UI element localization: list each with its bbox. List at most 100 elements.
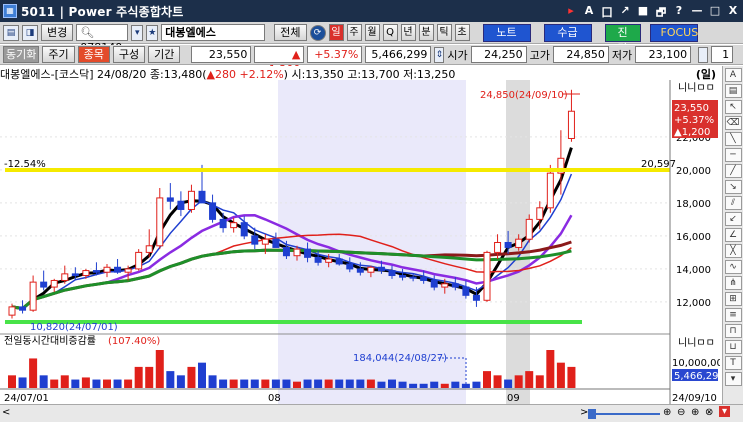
delete-tool-icon[interactable]: ⌫: [724, 116, 742, 130]
font-icon[interactable]: A: [583, 4, 595, 23]
angle-tool-icon[interactable]: ∠: [724, 228, 742, 242]
fibo-tool-icon[interactable]: ≡: [724, 308, 742, 322]
dropdown-icon[interactable]: ▾: [131, 24, 144, 41]
maximize-icon[interactable]: □: [709, 4, 721, 23]
minimize-icon[interactable]: —: [691, 4, 703, 23]
checkbox[interactable]: [698, 46, 709, 63]
tab-stock[interactable]: 종목: [77, 46, 110, 63]
volume-bar: [282, 379, 291, 388]
stock-name-field[interactable]: 대봉엘에스: [161, 24, 266, 41]
price-chart[interactable]: 22,00020,00018,00016,00014,00012,000 -12…: [0, 80, 720, 404]
candle-body: [166, 197, 174, 202]
candle-body: [145, 245, 153, 253]
hline-tool-icon[interactable]: ─: [724, 148, 742, 162]
arrow-tool-icon[interactable]: ↙: [724, 212, 742, 226]
cross-tool-icon[interactable]: ╳: [724, 244, 742, 258]
zoom-slider-track[interactable]: [595, 413, 660, 415]
period-year[interactable]: 년: [400, 24, 416, 41]
chart-header: 대봉엘에스-[코스닥] 24/08/20 종:13,480(▲280 +2.12…: [0, 66, 720, 80]
arrow-icon[interactable]: ▸: [565, 4, 577, 23]
channel-tool-icon[interactable]: ⫽: [724, 196, 742, 210]
candle-body: [525, 218, 533, 240]
expand-icon[interactable]: ▾: [719, 406, 731, 417]
high-value: 24,850: [552, 46, 609, 63]
period-tick[interactable]: 틱: [436, 24, 452, 41]
header-ohl: ) 시:13,350 고:13,700 저:13,250: [283, 68, 456, 80]
candle-body: [388, 270, 396, 277]
scroll-track[interactable]: [8, 409, 583, 419]
pct-label: -12.54%: [4, 159, 46, 170]
volume-peak-annotation: 184,044(24/08/27): [353, 353, 447, 364]
sync-button[interactable]: 동기화: [3, 46, 40, 63]
more-tool-icon[interactable]: ▾: [724, 372, 742, 386]
cycle-tool-icon[interactable]: ⊓: [724, 324, 742, 338]
zoom-in-icon[interactable]: ⊕: [663, 407, 671, 418]
volume-bar: [314, 379, 323, 388]
favorite-star-icon[interactable]: ★: [146, 24, 159, 41]
candle-body: [515, 238, 523, 248]
period-minute[interactable]: 분: [418, 24, 434, 41]
note-button[interactable]: 노트: [482, 23, 531, 42]
cursor-tool-icon[interactable]: ↖: [724, 100, 742, 114]
font-tool-icon[interactable]: A: [724, 68, 742, 82]
volume-bar: [145, 366, 154, 388]
refresh-icon[interactable]: ⟳: [309, 24, 326, 41]
stock-code-input[interactable]: 🔍︎ 078140: [76, 24, 129, 54]
diagnosis-button[interactable]: 진단: [604, 23, 641, 55]
all-button[interactable]: 전체: [274, 24, 307, 41]
ray-tool-icon[interactable]: ↘: [724, 180, 742, 194]
period-second[interactable]: 초: [454, 24, 470, 41]
focus-button[interactable]: FOCUS: [649, 23, 698, 42]
stepper-icon[interactable]: ⇕: [434, 46, 445, 63]
period-month[interactable]: 월: [364, 24, 380, 41]
volume-bar: [187, 366, 196, 388]
volume-bar: [219, 379, 228, 388]
candle-body: [92, 270, 100, 273]
tab-cycle[interactable]: 주기: [42, 46, 75, 63]
stop-icon[interactable]: ■: [637, 4, 649, 23]
layout-icon[interactable]: ▤: [3, 24, 19, 41]
zoom-out-icon[interactable]: ⊖: [677, 407, 685, 418]
candle-body: [240, 222, 248, 237]
volume-bar: [430, 381, 439, 388]
zoom-reset-icon[interactable]: ⊕: [691, 407, 699, 418]
panel-icon[interactable]: ◨: [22, 24, 38, 41]
gann-tool-icon[interactable]: ⊞: [724, 292, 742, 306]
volume-bar: [8, 375, 16, 388]
frame-icon[interactable]: 囗: [601, 4, 613, 23]
change-button[interactable]: 변경: [41, 24, 74, 41]
help-icon[interactable]: ?: [673, 4, 685, 23]
volume-bar: [293, 381, 301, 388]
text-tool-icon[interactable]: T: [724, 356, 742, 370]
zoom-fit-icon[interactable]: ⊗: [705, 407, 713, 418]
period-week[interactable]: 주: [346, 24, 362, 41]
volume-bar: [472, 381, 481, 388]
count-field[interactable]: 1: [711, 46, 734, 63]
candle-body: [536, 207, 544, 220]
wave-tool-icon[interactable]: ∿: [724, 260, 742, 274]
period-quarter[interactable]: Q: [382, 24, 398, 41]
candle-body: [40, 281, 48, 288]
period-day[interactable]: 일: [328, 24, 344, 41]
table-tool-icon[interactable]: ▤: [724, 84, 742, 98]
supply-button[interactable]: 수급: [543, 23, 592, 42]
volume-bar: [324, 379, 333, 388]
volume-bar: [92, 379, 101, 388]
restore-icon[interactable]: 🗗: [655, 4, 667, 23]
candle-body: [156, 197, 164, 247]
close-icon[interactable]: X: [727, 4, 739, 23]
tab-period[interactable]: 기간: [148, 46, 181, 63]
volume-bar: [345, 379, 354, 388]
candle-body: [50, 279, 58, 288]
trend-tool-icon[interactable]: ╱: [724, 164, 742, 178]
pitchfork-tool-icon[interactable]: ⋔: [724, 276, 742, 290]
period-tool-icon[interactable]: ⊔: [724, 340, 742, 354]
title-bar: ▦ 5011 | Power 주식종합차트 ▸ A 囗 ↗ ■ 🗗 ? — □ …: [0, 0, 743, 22]
volume-bar: [514, 375, 523, 388]
tab-composition[interactable]: 구성: [112, 46, 146, 63]
candle-body: [356, 268, 364, 273]
pin-icon[interactable]: ↗: [619, 4, 631, 23]
volume-bar: [271, 379, 280, 388]
candle-body: [177, 200, 185, 210]
line-tool-icon[interactable]: ╲: [724, 132, 742, 146]
